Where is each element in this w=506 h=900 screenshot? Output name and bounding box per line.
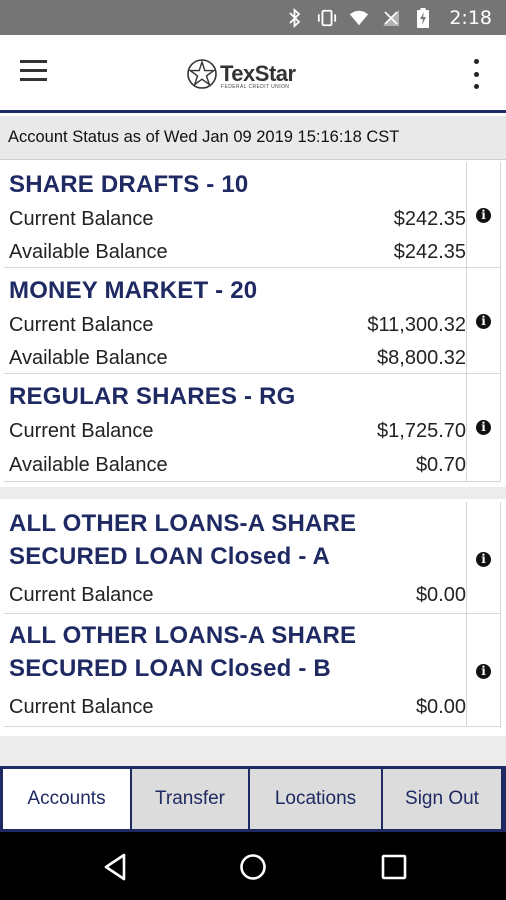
divider — [500, 502, 501, 728]
list-footer-band — [0, 736, 506, 766]
recents-icon[interactable] — [377, 850, 411, 884]
account-row-loan-b[interactable]: ALL OTHER LOANS-A SHARE SECURED LOAN Clo… — [0, 614, 506, 727]
current-balance-value: $11,300.32 — [367, 314, 466, 336]
more-vert-icon[interactable] — [466, 59, 486, 89]
divider — [466, 374, 467, 482]
account-row-share-drafts[interactable]: SHARE DRAFTS - 10 Current Balance $242.3… — [0, 162, 506, 268]
current-balance-label: Current Balance — [9, 314, 154, 336]
divider — [466, 268, 467, 374]
account-name-line1: ALL OTHER LOANS-A SHARE — [9, 510, 357, 537]
info-icon[interactable]: i — [476, 420, 491, 435]
tab-sign-out[interactable]: Sign Out — [383, 769, 501, 829]
account-status-text: Account Status as of Wed Jan 09 2019 15:… — [8, 128, 400, 146]
status-bar: 2:18 — [0, 0, 506, 35]
current-balance-label: Current Balance — [9, 208, 154, 230]
star-seal-icon — [187, 59, 217, 89]
system-nav-bar — [0, 832, 506, 900]
share-accounts-section: SHARE DRAFTS - 10 Current Balance $242.3… — [0, 162, 506, 482]
status-time: 2:18 — [449, 6, 492, 29]
tab-transfer[interactable]: Transfer — [132, 769, 248, 829]
tab-locations[interactable]: Locations — [250, 769, 381, 829]
current-balance-value: $0.00 — [415, 584, 466, 606]
bottom-tab-bar: Accounts Transfer Locations Sign Out — [0, 766, 506, 832]
battery-charging-icon — [413, 7, 433, 28]
current-balance-label: Current Balance — [9, 420, 154, 442]
divider — [500, 162, 501, 482]
current-balance-value: $0.00 — [415, 696, 466, 718]
available-balance-value: $8,800.32 — [377, 347, 466, 369]
account-name-line2: SECURED LOAN Closed - B — [9, 655, 331, 682]
account-name: REGULAR SHARES - RG — [9, 383, 296, 410]
divider — [466, 614, 467, 727]
account-row-loan-a[interactable]: ALL OTHER LOANS-A SHARE SECURED LOAN Clo… — [0, 502, 506, 614]
account-name: MONEY MARKET - 20 — [9, 277, 258, 304]
current-balance-label: Current Balance — [9, 696, 154, 718]
home-icon[interactable] — [236, 850, 270, 884]
account-name-line1: ALL OTHER LOANS-A SHARE — [9, 622, 357, 649]
info-icon[interactable]: i — [476, 552, 491, 567]
info-icon[interactable]: i — [476, 314, 491, 329]
texstar-logo: TexStar FEDERAL CREDIT UNION — [186, 57, 296, 91]
tab-accounts[interactable]: Accounts — [3, 769, 130, 829]
divider — [4, 726, 500, 727]
current-balance-label: Current Balance — [9, 584, 154, 606]
logo-text: TexStar — [220, 61, 296, 86]
divider — [466, 502, 467, 614]
vibrate-icon — [317, 8, 337, 28]
hamburger-menu-icon[interactable] — [20, 60, 60, 86]
logo-subtext: FEDERAL CREDIT UNION — [221, 84, 290, 90]
wifi-icon — [349, 8, 369, 28]
available-balance-value: $242.35 — [393, 241, 466, 263]
account-name: SHARE DRAFTS - 10 — [9, 171, 249, 198]
current-balance-value: $242.35 — [393, 208, 466, 230]
available-balance-label: Available Balance — [9, 241, 168, 263]
bluetooth-icon — [285, 7, 305, 28]
info-icon[interactable]: i — [476, 208, 491, 223]
account-row-regular-shares[interactable]: REGULAR SHARES - RG Current Balance $1,7… — [0, 374, 506, 482]
account-name-line2: SECURED LOAN Closed - A — [9, 543, 331, 570]
app-header: TexStar FEDERAL CREDIT UNION — [0, 35, 506, 113]
loan-accounts-section: ALL OTHER LOANS-A SHARE SECURED LOAN Clo… — [0, 502, 506, 728]
divider — [4, 481, 500, 482]
info-icon[interactable]: i — [476, 664, 491, 679]
back-icon[interactable] — [98, 850, 132, 884]
current-balance-value: $1,725.70 — [377, 420, 466, 442]
divider — [466, 162, 467, 268]
section-separator — [0, 487, 506, 499]
available-balance-label: Available Balance — [9, 454, 168, 476]
account-status-bar: Account Status as of Wed Jan 09 2019 15:… — [0, 116, 506, 160]
available-balance-label: Available Balance — [9, 347, 168, 369]
account-row-money-market[interactable]: MONEY MARKET - 20 Current Balance $11,30… — [0, 268, 506, 374]
available-balance-value: $0.70 — [415, 454, 466, 476]
signal-icon — [381, 8, 401, 28]
